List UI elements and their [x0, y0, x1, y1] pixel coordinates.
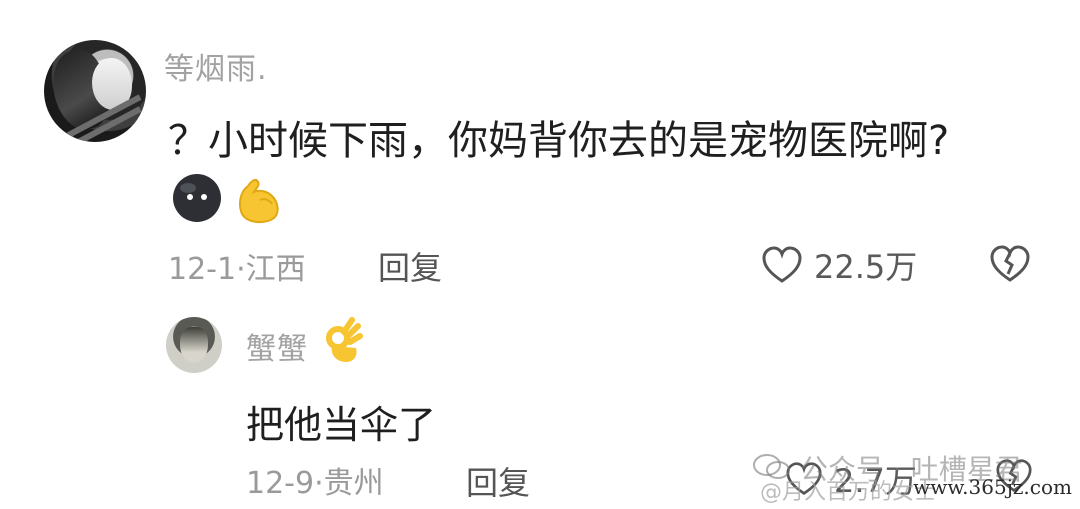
comment-date-location: 12-9·贵州	[246, 466, 384, 501]
comment-text: ？小时候下雨，你妈背你去的是宠物医院啊?	[168, 118, 950, 164]
watermark-url: www.365jz.com	[913, 475, 1072, 499]
comment-text: 把他当伞了	[246, 403, 437, 447]
reply-button[interactable]: 回复	[466, 458, 530, 504]
avatar-dog-shape	[180, 327, 208, 363]
username[interactable]: 等烟雨.	[164, 44, 268, 88]
broken-heart-icon[interactable]	[988, 244, 1032, 284]
flexed-biceps-emoji-icon	[232, 170, 288, 230]
like-button[interactable]: 22.5万	[760, 242, 917, 288]
black-blob-emoji-icon	[170, 170, 224, 228]
heart-outline-icon	[760, 245, 804, 285]
watermark-weibo: @月入百万的女士	[760, 480, 937, 505]
like-count: 22.5万	[814, 248, 918, 286]
avatar[interactable]	[44, 40, 146, 142]
ok-hand-emoji-icon	[322, 316, 364, 370]
avatar[interactable]	[166, 317, 222, 373]
comment-date-location: 12-1·江西	[168, 252, 306, 287]
username[interactable]: 蟹蟹	[246, 324, 308, 368]
reply-button[interactable]: 回复	[378, 243, 442, 289]
